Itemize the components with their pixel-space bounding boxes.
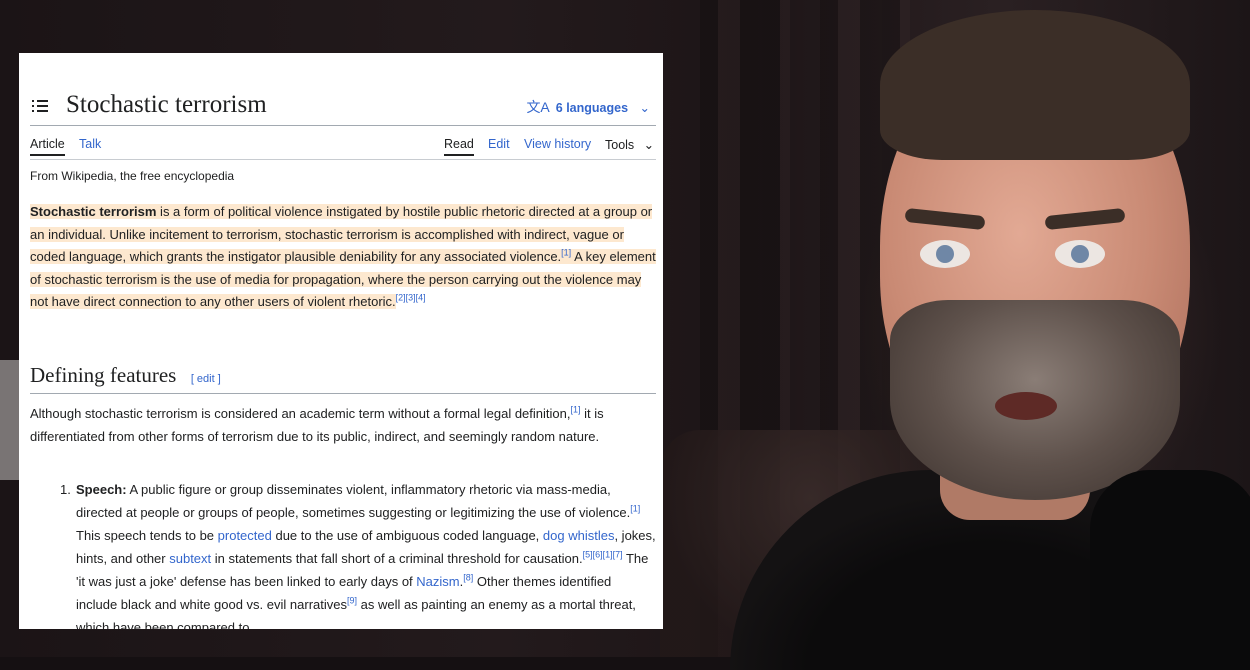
- paragraph-text: Although stochastic terrorism is conside…: [30, 406, 571, 421]
- link-subtext[interactable]: subtext: [169, 551, 211, 566]
- section-edit-link[interactable]: [ edit ]: [191, 373, 221, 385]
- tab-view-history[interactable]: View history: [524, 137, 591, 151]
- presenter-hair: [880, 10, 1190, 160]
- presenter-mouth: [995, 392, 1057, 420]
- citation[interactable]: [1]: [570, 405, 580, 415]
- list-term: Speech:: [76, 482, 127, 497]
- tabs-divider: [30, 159, 656, 160]
- link-nazism[interactable]: Nazism: [416, 574, 459, 589]
- citation[interactable]: [1]: [561, 248, 571, 258]
- microphone: [1090, 470, 1250, 670]
- section-divider: [30, 393, 656, 394]
- tab-read[interactable]: Read: [444, 137, 474, 156]
- page-title: Stochastic terrorism: [66, 91, 267, 118]
- tools-menu[interactable]: Tools ⌄: [605, 137, 654, 152]
- lead-highlight: Stochastic terrorism is a form of politi…: [30, 204, 656, 310]
- tools-label: Tools: [605, 138, 635, 152]
- presenter-eye: [920, 240, 970, 268]
- list-text: due to the use of ambiguous coded langua…: [271, 528, 543, 543]
- list-text: in statements that fall short of a crimi…: [211, 551, 583, 566]
- lead-paragraph: Stochastic terrorism is a form of politi…: [30, 201, 656, 314]
- body-paragraph: Although stochastic terrorism is conside…: [30, 402, 656, 448]
- wikipedia-article-panel: Stochastic terrorism 文A 6 languages ⌄ Art…: [19, 53, 663, 629]
- languages-label: 6 languages: [555, 101, 629, 115]
- tagline: From Wikipedia, the free encyclopedia: [30, 169, 235, 183]
- list-item-body: Speech: A public figure or group dissemi…: [76, 478, 656, 629]
- chevron-down-icon: ⌄: [639, 101, 650, 115]
- chevron-down-icon: ⌄: [643, 138, 655, 152]
- title-divider: [30, 125, 656, 126]
- link-protected[interactable]: protected: [218, 528, 272, 543]
- tab-talk[interactable]: Talk: [79, 137, 101, 151]
- citation[interactable]: [1]: [630, 504, 640, 514]
- tab-article[interactable]: Article: [30, 137, 65, 156]
- section-heading: Defining features [ edit ]: [30, 363, 656, 397]
- page-tabs: Article Talk Read Edit View history Tool…: [30, 135, 656, 159]
- languages-button[interactable]: 文A 6 languages ⌄: [526, 97, 650, 117]
- citation[interactable]: [9]: [347, 596, 357, 606]
- lead-term: Stochastic terrorism: [30, 204, 157, 219]
- tab-edit[interactable]: Edit: [488, 137, 510, 151]
- list-number: 1.: [60, 482, 71, 497]
- section-title: Defining features: [30, 363, 177, 387]
- table-of-contents-icon[interactable]: [32, 99, 48, 113]
- citation[interactable]: [2][3][4]: [396, 293, 426, 303]
- list-text: A public figure or group disseminates vi…: [76, 482, 631, 520]
- link-dog-whistles[interactable]: dog whistles: [543, 528, 615, 543]
- list-item: 1. Speech: A public figure or group diss…: [30, 478, 656, 629]
- presenter-eye: [1055, 240, 1105, 268]
- title-row: Stochastic terrorism 文A 6 languages ⌄: [30, 91, 656, 125]
- citation[interactable]: [5][6][1][7]: [583, 550, 623, 560]
- background-strip: [0, 360, 19, 480]
- translate-icon: 文A: [526, 99, 550, 115]
- list-text: This speech tends to be: [76, 528, 218, 543]
- citation[interactable]: [8]: [463, 573, 473, 583]
